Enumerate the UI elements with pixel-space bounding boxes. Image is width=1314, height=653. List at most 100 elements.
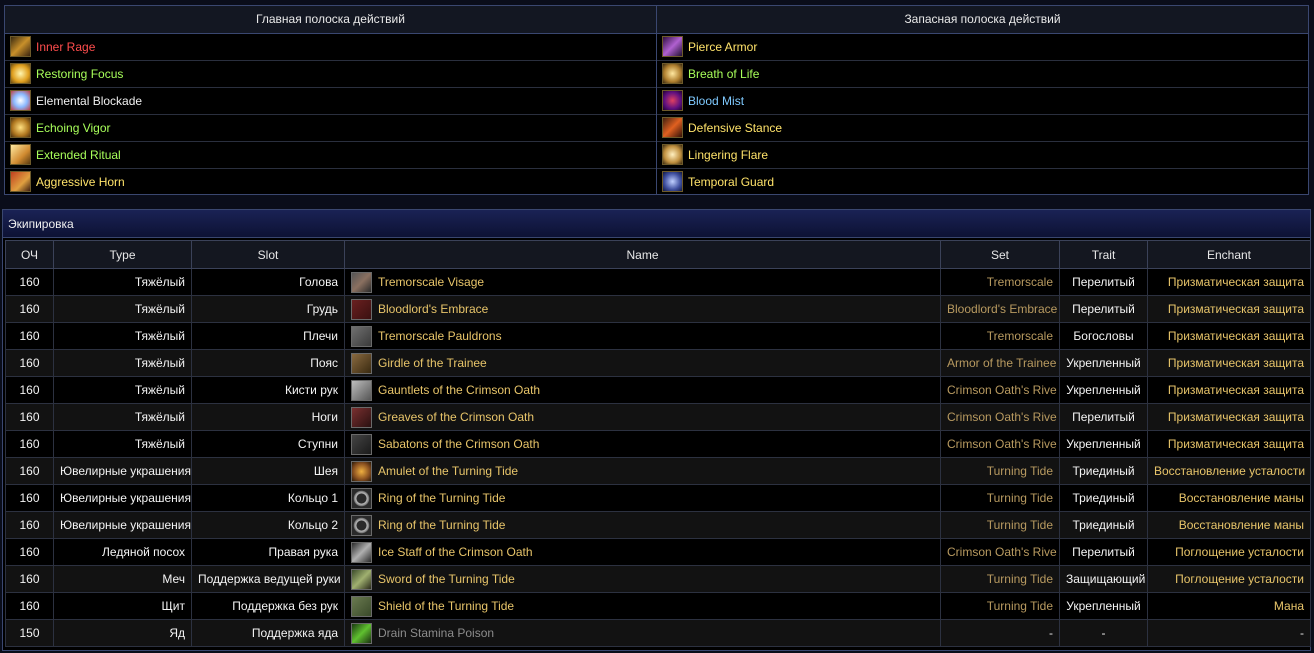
backup-skill-slot[interactable]: Breath of Life (656, 59, 1308, 87)
skill-row: Echoing Vigor Defensive Stance (5, 113, 1308, 141)
item-entry[interactable]: Sword of the Turning Tide (351, 568, 934, 590)
skill-entry[interactable]: Echoing Vigor (10, 117, 656, 138)
cp-cell: 160 (5, 349, 54, 377)
item-name-link[interactable]: Amulet of the Turning Tide (378, 464, 518, 478)
set-cell: Crimson Oath's Rive (940, 538, 1060, 566)
header-type[interactable]: Type (53, 240, 192, 269)
skill-name[interactable]: Breath of Life (688, 67, 759, 81)
skill-name[interactable]: Blood Mist (688, 94, 744, 108)
poison-icon (351, 622, 372, 644)
cp-cell: 160 (5, 457, 54, 485)
enchant-cell: Восстановление маны (1147, 484, 1311, 512)
name-cell: Ring of the Turning Tide (344, 484, 941, 512)
skill-entry[interactable]: Elemental Blockade (10, 90, 656, 111)
type-cell: Тяжёлый (53, 376, 192, 404)
item-name-link[interactable]: Greaves of the Crimson Oath (378, 410, 534, 424)
skill-entry[interactable]: Defensive Stance (662, 117, 1308, 138)
item-name-link[interactable]: Tremorscale Visage (378, 275, 484, 289)
item-entry[interactable]: Bloodlord's Embrace (351, 298, 934, 320)
equipment-panel: Экипировка ОЧ Type Slot Name Set Trait E… (2, 209, 1311, 651)
skill-entry[interactable]: Inner Rage (10, 36, 656, 57)
set-cell: - (940, 619, 1060, 647)
skill-name[interactable]: Aggressive Horn (36, 175, 125, 189)
item-name-link[interactable]: Shield of the Turning Tide (378, 599, 514, 613)
main-skill-slot[interactable]: Echoing Vigor (5, 113, 657, 141)
item-name-link[interactable]: Ring of the Turning Tide (378, 491, 505, 505)
main-skill-slot[interactable]: Aggressive Horn (5, 167, 657, 195)
backup-skill-slot[interactable]: Lingering Flare (656, 140, 1308, 168)
skill-entry[interactable]: Breath of Life (662, 63, 1308, 84)
item-entry[interactable]: Ring of the Turning Tide (351, 487, 934, 509)
table-row: 160 Ювелирные украшения Шея Amulet of the T… (5, 457, 1311, 485)
backup-skill-slot[interactable]: Pierce Armor (656, 32, 1308, 60)
item-entry[interactable]: Gauntlets of the Crimson Oath (351, 379, 934, 401)
name-cell: Amulet of the Turning Tide (344, 457, 941, 485)
type-cell: Щит (53, 592, 192, 620)
belt-icon (351, 352, 372, 374)
backup-bar-header: Запасная полоска действий (656, 6, 1308, 34)
skill-entry[interactable]: Blood Mist (662, 90, 1308, 111)
item-name-link[interactable]: Sabatons of the Crimson Oath (378, 437, 539, 451)
type-cell: Тяжёлый (53, 295, 192, 323)
ring-icon (351, 514, 372, 536)
header-cp[interactable]: ОЧ (5, 240, 54, 269)
item-entry[interactable]: Ring of the Turning Tide (351, 514, 934, 536)
backup-skill-slot[interactable]: Temporal Guard (656, 167, 1308, 195)
skill-row: Inner Rage Pierce Armor (5, 32, 1308, 60)
skill-row: Elemental Blockade Blood Mist (5, 86, 1308, 114)
header-enchant[interactable]: Enchant (1147, 240, 1311, 269)
slot-cell: Шея (191, 457, 345, 485)
item-entry[interactable]: Tremorscale Pauldrons (351, 325, 934, 347)
item-name-link[interactable]: Girdle of the Trainee (378, 356, 487, 370)
skill-entry[interactable]: Aggressive Horn (10, 171, 656, 193)
item-entry[interactable]: Sabatons of the Crimson Oath (351, 433, 934, 455)
item-entry[interactable]: Ice Staff of the Crimson Oath (351, 541, 934, 563)
item-entry[interactable]: Girdle of the Trainee (351, 352, 934, 374)
skill-name[interactable]: Elemental Blockade (36, 94, 142, 108)
skill-entry[interactable]: Extended Ritual (10, 144, 656, 165)
name-cell: Ring of the Turning Tide (344, 511, 941, 539)
trait-cell: Перелитый (1059, 295, 1148, 323)
skill-name[interactable]: Defensive Stance (688, 121, 782, 135)
item-name-link[interactable]: Bloodlord's Embrace (378, 302, 488, 316)
item-name-link[interactable]: Ice Staff of the Crimson Oath (378, 545, 533, 559)
slot-cell: Кисти рук (191, 376, 345, 404)
header-slot[interactable]: Slot (191, 240, 345, 269)
skill-name[interactable]: Inner Rage (36, 40, 95, 54)
item-name-link[interactable]: Drain Stamina Poison (378, 626, 494, 640)
backup-skill-slot[interactable]: Blood Mist (656, 86, 1308, 114)
item-name-link[interactable]: Sword of the Turning Tide (378, 572, 515, 586)
item-name-link[interactable]: Gauntlets of the Crimson Oath (378, 383, 540, 397)
skill-name[interactable]: Temporal Guard (688, 175, 774, 189)
skill-entry[interactable]: Restoring Focus (10, 63, 656, 84)
enchant-cell: Восстановление усталости (1147, 457, 1311, 485)
skill-entry[interactable]: Pierce Armor (662, 36, 1308, 57)
set-cell: Crimson Oath's Rive (940, 376, 1060, 404)
header-set[interactable]: Set (940, 240, 1060, 269)
trait-cell: Укрепленный (1059, 349, 1148, 377)
header-name[interactable]: Name (344, 240, 941, 269)
enchant-cell: Призматическая защита (1147, 349, 1311, 377)
skill-name[interactable]: Extended Ritual (36, 148, 121, 162)
item-entry[interactable]: Amulet of the Turning Tide (351, 460, 934, 482)
item-name-link[interactable]: Ring of the Turning Tide (378, 518, 505, 532)
item-entry[interactable]: Tremorscale Visage (351, 271, 934, 293)
main-skill-slot[interactable]: Extended Ritual (5, 140, 657, 168)
skill-name[interactable]: Echoing Vigor (36, 121, 111, 135)
header-trait[interactable]: Trait (1059, 240, 1148, 269)
item-entry[interactable]: Drain Stamina Poison (351, 622, 934, 644)
item-entry[interactable]: Greaves of the Crimson Oath (351, 406, 934, 428)
skill-name[interactable]: Lingering Flare (688, 148, 768, 162)
main-skill-slot[interactable]: Inner Rage (5, 32, 657, 60)
enchant-cell: - (1147, 619, 1311, 647)
skill-entry[interactable]: Lingering Flare (662, 144, 1308, 165)
item-name-link[interactable]: Tremorscale Pauldrons (378, 329, 502, 343)
skill-entry[interactable]: Temporal Guard (662, 171, 1308, 193)
trait-cell: Перелитый (1059, 538, 1148, 566)
main-skill-slot[interactable]: Restoring Focus (5, 59, 657, 87)
skill-name[interactable]: Restoring Focus (36, 67, 123, 81)
item-entry[interactable]: Shield of the Turning Tide (351, 595, 934, 617)
skill-name[interactable]: Pierce Armor (688, 40, 757, 54)
main-skill-slot[interactable]: Elemental Blockade (5, 86, 657, 114)
backup-skill-slot[interactable]: Defensive Stance (656, 113, 1308, 141)
